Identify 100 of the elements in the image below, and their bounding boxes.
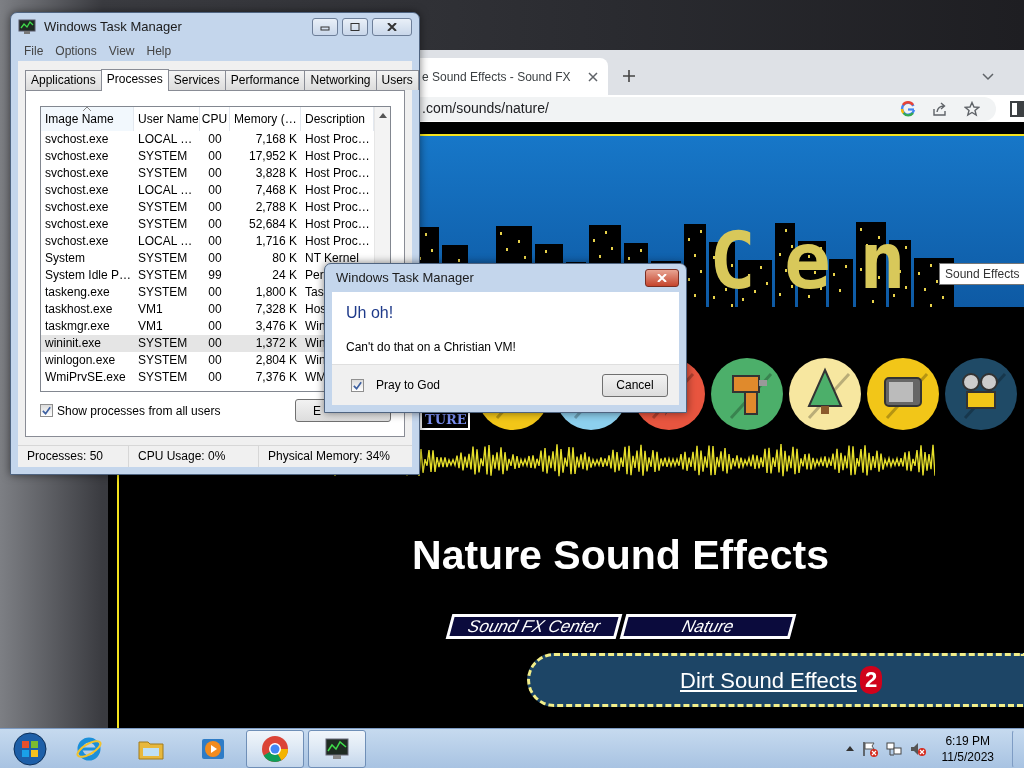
table-cell-text: SYSTEM [137,369,189,386]
table-cell-text: 2,804 K [254,352,298,369]
table-cell-text: LOCAL … [137,182,194,199]
process-row[interactable]: svchost.exe LOCAL … 00 1,716 K Host Proc… [41,233,374,250]
checkbox[interactable] [40,404,53,417]
table-cell-text: 24 K [271,267,298,284]
category-icon[interactable] [711,358,783,430]
menu-item[interactable]: Options [49,42,103,60]
browser-icon [261,734,289,763]
menu-item[interactable]: View [102,42,141,60]
tab[interactable]: Applications [25,70,102,90]
breadcrumb-link[interactable]: Sound FX Center [445,614,622,640]
table-cell-text: Tas [304,284,325,301]
process-row[interactable]: svchost.exe LOCAL … 00 7,168 K Host Proc… [41,131,374,148]
table-cell-text: 00 [207,301,223,318]
network-icon[interactable] [885,740,902,757]
table-cell-text: System [44,250,86,267]
table-cell-text: taskhost.exe [44,301,114,318]
new-tab-icon[interactable] [622,69,636,83]
tab[interactable]: Performance [224,70,306,90]
process-row[interactable]: System SYSTEM 00 80 K NT Kernel [41,250,374,267]
table-cell-text: taskeng.exe [44,284,111,301]
table-cell-text: 7,168 K [254,131,298,148]
table-cell-text: Host Proc… [304,148,371,165]
tab[interactable]: Networking [304,70,377,90]
table-cell-text: svchost.exe [44,216,110,233]
share-icon[interactable] [932,100,948,117]
tab[interactable]: Services [167,70,226,90]
close-button[interactable] [645,269,679,287]
g-icon[interactable] [900,100,916,117]
column-header[interactable]: CPU [200,107,230,131]
tab[interactable]: Users [375,70,419,90]
checkbox-label[interactable]: Pray to God [376,376,441,394]
table-cell-text: 00 [207,250,223,267]
address-bar[interactable]: .com/sounds/nature/ [420,96,996,121]
category-icon[interactable] [789,358,861,430]
browser-tab[interactable]: e Sound Effects - Sound FX [420,58,608,95]
status-text: CPU Usage: 0% [129,446,259,467]
process-row[interactable]: svchost.exe SYSTEM 00 52,684 K Host Proc… [41,216,374,233]
table-cell-text: 00 [207,165,223,182]
clock-date: 11/5/2023 [941,748,994,765]
clock[interactable]: 6:19 PM 11/5/2023 [941,732,994,765]
process-row[interactable]: svchost.exe SYSTEM 00 3,828 K Host Proc… [41,165,374,182]
scroll-up-icon[interactable] [378,113,387,118]
table-cell-text: svchost.exe [44,131,110,148]
column-header[interactable]: User Name [134,107,200,131]
table-cell-text: 7,376 K [254,369,298,386]
table-cell-text: SYSTEM [137,267,189,284]
table-cell-text: svchost.exe [44,165,110,182]
status-text: Processes: 50 [18,446,129,467]
table-cell-text: Host Proc… [304,131,371,148]
close-icon [657,274,667,282]
column-header[interactable]: Image Name [41,107,134,131]
category-link[interactable]: Dirt Sound Effects [680,663,857,697]
table-cell-text: VM1 [137,318,164,335]
table-cell-text: 00 [207,352,223,369]
checkbox[interactable] [351,378,364,392]
minimize-icon [320,23,330,31]
table-cell-text: SYSTEM [137,250,189,267]
count-badge: 2 [859,666,883,695]
category-icon[interactable] [867,358,939,430]
table-cell-text: 00 [207,148,223,165]
cancel-button[interactable]: Cancel [602,373,668,397]
table-cell-text: SYSTEM [137,335,189,352]
tab[interactable]: Processes [100,69,169,91]
flag-alert-icon[interactable] [861,740,878,757]
status-text: Physical Memory: 34% [267,448,392,465]
table-cell-text: VM1 [137,301,164,318]
table-cell-text: taskmgr.exe [44,318,111,335]
column-header[interactable]: Memory (… [230,107,301,131]
menu-item[interactable]: Help [140,42,178,60]
maximize-icon [350,23,360,31]
chevron-down-icon[interactable] [982,73,994,81]
table-cell-text: 00 [207,182,223,199]
table-cell-text: 00 [207,369,223,386]
table-cell-text: 17,952 K [247,148,298,165]
table-cell-text: Host Proc… [304,182,371,199]
close-icon[interactable] [588,71,598,82]
table-cell-text: svchost.exe [44,148,110,165]
table-cell-text: 00 [207,199,223,216]
process-row[interactable]: svchost.exe SYSTEM 00 2,788 K Host Proc… [41,199,374,216]
table-cell-text: 3,828 K [254,165,298,182]
show-hidden-icons-icon[interactable] [845,746,854,751]
process-row[interactable]: svchost.exe LOCAL … 00 7,468 K Host Proc… [41,182,374,199]
process-row[interactable]: svchost.exe SYSTEM 00 17,952 K Host Proc… [41,148,374,165]
table-cell-text: 00 [207,284,223,301]
menu-item[interactable]: File [18,42,50,60]
close-button[interactable] [372,18,412,36]
table-cell-text: 00 [207,318,223,335]
table-cell-text: Per [304,267,325,284]
category-icon[interactable] [945,358,1017,430]
checkbox-label[interactable]: Show processes from all users [57,401,221,420]
table-cell-text: svchost.exe [44,199,110,216]
table-cell-text: 7,468 K [254,182,298,199]
breadcrumb-link[interactable]: Nature [619,614,796,640]
taskbar-button[interactable] [308,729,366,768]
maximize-button[interactable] [342,18,368,36]
table-cell-text: 1,800 K [254,284,298,301]
star-icon[interactable] [964,100,980,117]
side-panel-icon[interactable] [1010,100,1024,117]
